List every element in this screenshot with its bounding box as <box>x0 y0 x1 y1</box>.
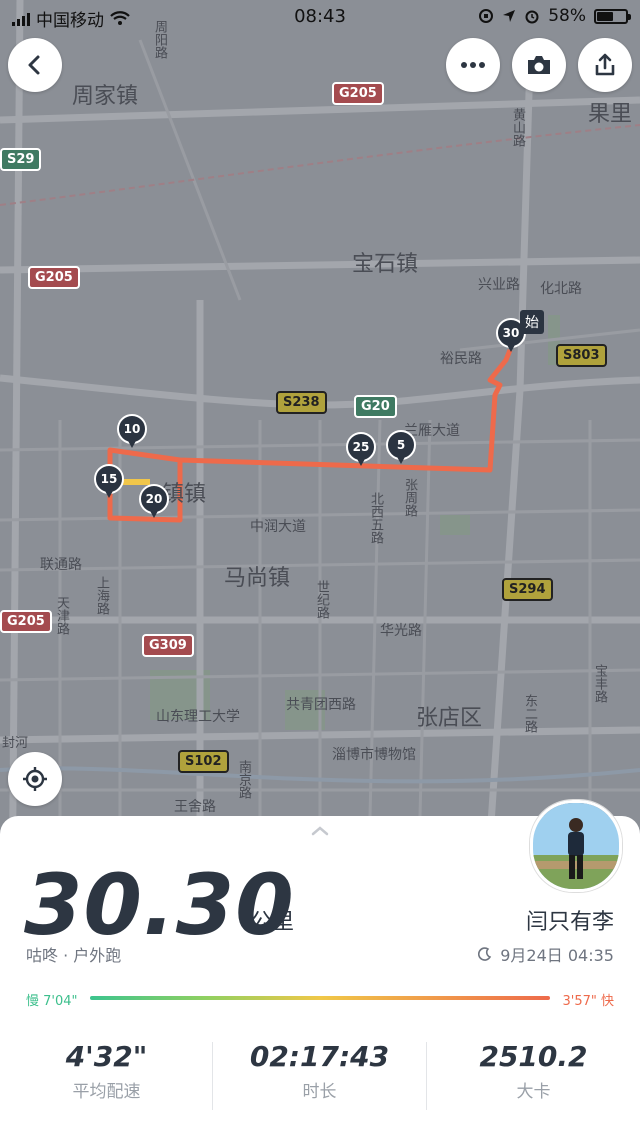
highway-sign: S29 <box>0 148 42 171</box>
battery-fill <box>597 11 613 21</box>
pace-gradient-bar <box>90 996 550 1000</box>
highway-sign: G205 <box>332 82 384 105</box>
locate-icon <box>23 767 47 791</box>
datetime-text: 9月24日 04:35 <box>500 946 614 965</box>
status-bar: 中国移动 08:43 58% <box>0 0 640 34</box>
stat-avg-pace: 4'32" 平均配速 <box>0 1040 213 1102</box>
stat-calories: 2510.2 大卡 <box>427 1040 640 1102</box>
highway-sign: S803 <box>556 344 607 367</box>
start-badge: 始 <box>520 310 544 334</box>
place-label: 张店区 <box>416 706 483 731</box>
highway-sign: S102 <box>178 750 229 773</box>
pace-slow-label: 慢 7'04" <box>26 994 78 1009</box>
park-block <box>440 515 470 535</box>
stat-value: 2510.2 <box>479 1040 588 1073</box>
highway-sign: G205 <box>0 610 52 633</box>
share-icon <box>595 53 615 76</box>
moon-icon <box>478 947 492 961</box>
railway-line <box>0 124 640 206</box>
km-marker[interactable]: 5 <box>386 430 416 468</box>
km-marker[interactable]: 10 <box>117 414 147 452</box>
road-label: 上海路 <box>94 576 109 615</box>
distance-unit: 公里 <box>250 910 295 935</box>
place-label: 马尚镇 <box>224 566 291 591</box>
avatar-photo <box>533 803 619 889</box>
alarm-icon <box>525 10 539 24</box>
place-label: 周家镇 <box>72 84 139 109</box>
km-marker[interactable]: 15 <box>94 464 124 502</box>
locate-button[interactable] <box>8 752 62 806</box>
road-label: 张周路 <box>402 478 417 517</box>
road-label: 宝丰路 <box>592 664 607 703</box>
road-label: 联通路 <box>40 557 82 573</box>
avatar[interactable] <box>530 800 622 892</box>
road-label: 化北路 <box>540 281 582 297</box>
road-label: 王舍路 <box>174 799 216 815</box>
road-label: 北西五路 <box>368 492 383 544</box>
road-label: 兴业路 <box>478 277 520 293</box>
battery-icon <box>594 8 631 24</box>
highway-sign: G205 <box>28 266 80 289</box>
road-label: 南京路 <box>236 760 251 799</box>
share-button[interactable] <box>578 38 632 92</box>
highway-sign: S238 <box>276 391 327 414</box>
river-label: 封河 <box>2 736 29 751</box>
camera-button[interactable] <box>512 38 566 92</box>
highway-sign: G20 <box>354 395 397 418</box>
place-label: 果里 <box>588 102 633 127</box>
road-label: 天津路 <box>54 596 69 635</box>
activity-datetime: 9月24日 04:35 <box>478 942 614 966</box>
stat-value: 02:17:43 <box>249 1040 390 1073</box>
chevron-left-icon <box>28 55 40 75</box>
place-label: 宝石镇 <box>352 252 419 277</box>
more-button[interactable] <box>446 38 500 92</box>
highway-sign: G309 <box>142 634 194 657</box>
location-arrow-icon <box>503 10 516 22</box>
road-label: 华光路 <box>380 623 422 639</box>
user-name[interactable]: 闫只有李 <box>526 904 614 936</box>
pace-fast-label: 3'57" 快 <box>562 994 615 1009</box>
km-marker[interactable]: 20 <box>139 484 169 522</box>
activity-source: 咕咚 · 户外跑 <box>26 946 122 965</box>
sheet-handle-icon[interactable] <box>311 824 329 840</box>
stat-label: 大卡 <box>516 1082 551 1102</box>
poi-label: 山东理工大学 <box>156 709 240 725</box>
back-button[interactable] <box>8 38 62 92</box>
more-dots-icon <box>461 62 485 68</box>
km-marker[interactable]: 25 <box>346 432 376 470</box>
stat-label: 时长 <box>302 1082 337 1102</box>
battery-percent: 58% <box>548 6 586 26</box>
road-label: 中润大道 <box>250 519 306 535</box>
highway-sign: S294 <box>502 578 553 601</box>
rotation-lock-icon <box>479 9 494 23</box>
road-label: 世纪路 <box>314 580 329 619</box>
stat-value: 4'32" <box>65 1040 148 1073</box>
poi-label: 淄博市博物馆 <box>332 747 416 763</box>
stat-duration: 02:17:43 时长 <box>213 1040 426 1102</box>
stat-label: 平均配速 <box>72 1082 141 1102</box>
road-label: 共青团西路 <box>286 697 356 713</box>
road-label: 裕民路 <box>440 351 482 367</box>
road-label: 黄山路 <box>510 108 525 147</box>
road-label: 东二路 <box>522 694 537 733</box>
camera-icon <box>528 56 550 74</box>
